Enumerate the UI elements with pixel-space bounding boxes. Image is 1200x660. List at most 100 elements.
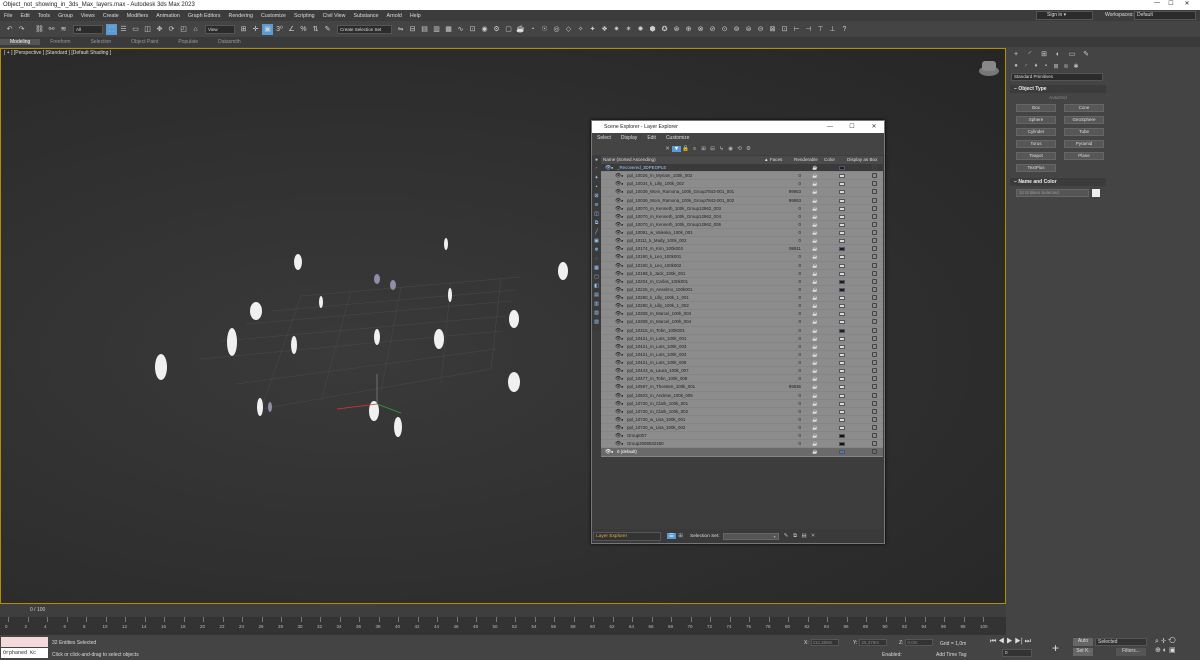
color-swatch[interactable] <box>839 214 845 219</box>
freeze-dot-icon[interactable]: ● <box>621 221 623 229</box>
menu-create[interactable]: Create <box>99 13 123 19</box>
freeze-dot-icon[interactable]: ● <box>621 440 623 448</box>
primitive-cylinder-button[interactable]: Cylinder <box>1016 128 1056 136</box>
display-as-box-icon[interactable] <box>872 270 877 276</box>
se-maximize-button[interactable]: ☐ <box>846 121 858 133</box>
reference-coordinate-select[interactable]: View <box>205 24 235 34</box>
helpers-icon[interactable]: ⊕ <box>683 24 694 35</box>
object-color-swatch[interactable] <box>1092 189 1100 197</box>
redo-icon[interactable]: ↷ <box>16 24 27 35</box>
freeze-dot-icon[interactable]: ● <box>621 205 623 213</box>
renderable-teapot-icon[interactable]: ☕ <box>812 424 818 432</box>
lights-icon[interactable]: ✪ <box>659 24 670 35</box>
object-row[interactable]: 👁 ● ppl_10070_m_Kenneth_100k_Group12962_00… <box>601 212 883 221</box>
invert-display-icon[interactable]: ◧ <box>592 282 601 291</box>
freeze-dot-icon[interactable]: ● <box>621 197 623 205</box>
highlight-icon[interactable]: ◉ <box>726 146 735 152</box>
freeze-dot-icon[interactable]: ● <box>621 351 623 359</box>
key-filters-button[interactable]: Filters... <box>1116 648 1146 656</box>
toggle-layer-explorer-icon[interactable]: ▥ <box>431 24 442 35</box>
display-as-box-icon[interactable] <box>872 238 877 244</box>
rendered-frame-window-icon[interactable]: ▢ <box>503 24 514 35</box>
object-row[interactable]: 👁 ● ppl_10034_k_Lilly_100k_002 0 ☕ <box>601 180 883 189</box>
civil-view-icon[interactable]: ⬢ <box>647 24 658 35</box>
maxscript-mini-listener[interactable] <box>1 637 48 647</box>
color-swatch[interactable] <box>839 255 845 260</box>
display-as-box-icon[interactable] <box>872 441 877 447</box>
display-as-box-icon[interactable] <box>872 165 877 170</box>
freeze-dot-icon[interactable]: ● <box>621 294 623 302</box>
autogrid-checkbox[interactable]: AutoGrid <box>1010 93 1106 102</box>
object-row[interactable]: 👁 ● ppl_10039_Wom_Ramona_100k_Group7843-00… <box>601 196 883 205</box>
freeze-dot-icon[interactable]: ● <box>621 408 623 416</box>
color-swatch[interactable] <box>839 393 845 398</box>
systems-icon[interactable]: ✱ <box>1071 63 1081 70</box>
display-as-box-icon[interactable] <box>872 384 877 390</box>
containers-filter-icon[interactable]: ▣ <box>592 237 601 246</box>
display-as-box-icon[interactable] <box>872 327 877 333</box>
dependents-filter-icon[interactable]: ▨ <box>592 318 601 327</box>
children-filter-icon[interactable]: ▥ <box>592 300 601 309</box>
window-crossing-icon[interactable]: ◫ <box>142 24 153 35</box>
color-swatch[interactable] <box>839 434 845 439</box>
object-row[interactable]: 👁 ● ppl_10730_m_Clark_100k_002 0 ☕ <box>601 407 883 416</box>
viewport-navigation-icons[interactable]: ⌕ ✛ ⟲ ⊕ ◐ ▣ <box>1155 638 1176 654</box>
color-swatch[interactable] <box>839 417 845 422</box>
color-swatch[interactable] <box>839 231 845 235</box>
object-row[interactable]: 👁 ● ppl_10280_k_Lilly_100k_1_001 0 ☕ <box>601 294 883 303</box>
menu-edit[interactable]: Edit <box>17 13 34 19</box>
space-warps-filter-icon[interactable]: ≋ <box>592 201 601 210</box>
freeze-dot-icon[interactable]: ● <box>621 400 623 408</box>
move-icon[interactable]: ✥ <box>154 24 165 35</box>
pivot-center-icon[interactable]: ⊞ <box>238 24 249 35</box>
renderable-teapot-icon[interactable]: ☕ <box>812 164 818 172</box>
color-swatch[interactable] <box>839 206 845 211</box>
object-row[interactable]: 👁 ● ppl_10421_m_Lars_100k_005 0 ☕ <box>601 359 883 368</box>
object-row[interactable]: 👁 ● Group007 0 ☕ <box>601 432 883 441</box>
primitive-box-button[interactable]: Box <box>1016 104 1056 112</box>
display-as-box-icon[interactable] <box>872 173 877 179</box>
arnold-light-icon[interactable]: ✧ <box>575 24 586 35</box>
renderable-teapot-icon[interactable]: ☕ <box>812 237 818 245</box>
renderable-teapot-icon[interactable]: ☕ <box>812 253 818 261</box>
object-row[interactable]: 👁 ● ppl_10091_w_Valeska_100k_001 0 ☕ <box>601 229 883 238</box>
layer-view-icon[interactable]: ☰ <box>667 533 676 539</box>
freeze-dot-icon[interactable]: ● <box>621 302 623 310</box>
color-swatch[interactable] <box>839 222 845 227</box>
display-as-box-icon[interactable] <box>872 408 877 414</box>
freeze-dot-icon[interactable]: ● <box>621 262 623 270</box>
color-swatch[interactable] <box>839 409 845 414</box>
keyboard-shortcut-override-icon[interactable]: ▣ <box>262 23 273 35</box>
primitive-torus-button[interactable]: Torus <box>1016 140 1056 148</box>
auto-key-button[interactable]: Auto <box>1073 638 1093 646</box>
color-swatch[interactable] <box>839 344 845 349</box>
renderable-teapot-icon[interactable]: ☕ <box>812 351 818 359</box>
lights-filter-icon[interactable]: ✦ <box>592 174 601 183</box>
color-swatch[interactable] <box>839 166 845 170</box>
minimize-button[interactable]: — <box>1150 0 1164 10</box>
renderable-teapot-icon[interactable]: ☕ <box>812 416 818 424</box>
renderable-teapot-icon[interactable]: ☕ <box>812 180 818 188</box>
add-layer-icon[interactable]: ⊞ <box>699 146 708 152</box>
edit-selection-set-icon[interactable]: ✎ <box>782 533 791 539</box>
arnold-render-icon[interactable]: ◇ <box>563 24 574 35</box>
scale-icon[interactable]: ◰ <box>178 24 189 35</box>
color-swatch[interactable] <box>839 174 845 179</box>
color-swatch[interactable] <box>839 361 845 365</box>
menu-graph-editors[interactable]: Graph Editors <box>184 13 225 19</box>
particle-view-icon[interactable]: ⊙ <box>719 24 730 35</box>
color-swatch[interactable] <box>839 296 845 300</box>
name-column-header[interactable]: Name (Sorted Ascending) <box>603 156 656 164</box>
default-layer-row[interactable]: 👁 ● 0 (default) ☕ <box>601 448 883 457</box>
primitive-tube-button[interactable]: Tube <box>1064 128 1104 136</box>
bind-space-warp-icon[interactable]: ≋ <box>58 24 69 35</box>
display-as-box-icon[interactable] <box>872 221 877 227</box>
freeze-dot-icon[interactable]: ● <box>621 245 623 253</box>
curve-editor-icon[interactable]: ∿ <box>455 24 466 35</box>
maximize-button[interactable]: ☐ <box>1164 0 1178 10</box>
substance-icon[interactable]: ✹ <box>635 24 646 35</box>
xrefs-filter-icon[interactable]: ⧉ <box>592 219 601 228</box>
current-frame-field[interactable]: 0 <box>1002 649 1032 657</box>
named-selection-set-select[interactable]: Create Selection Set <box>337 24 392 34</box>
primitive-teapot-button[interactable]: Teapot <box>1016 152 1056 160</box>
